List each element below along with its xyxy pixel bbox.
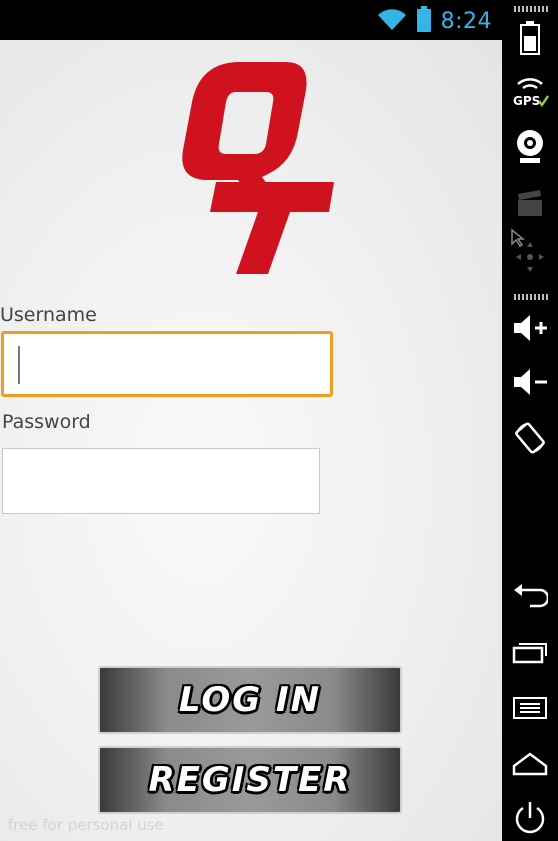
gps-icon[interactable]: GPS [510,72,550,112]
login-button[interactable]: LOG IN [98,666,402,734]
password-label: Password [2,411,91,433]
grip-handle[interactable] [514,6,548,12]
text-cursor [18,346,20,384]
dpad-icon[interactable] [510,228,550,280]
login-screen: Username Password LOG IN REGISTER free f… [0,40,502,841]
home-icon[interactable] [510,744,550,784]
rotate-icon[interactable] [510,418,550,458]
emulator-controls: GPS [502,0,558,841]
recent-apps-icon[interactable] [510,632,550,672]
camera-icon[interactable] [510,126,550,166]
wifi-icon [377,7,407,35]
battery-icon [416,6,431,36]
font-watermark: free for personal use [8,816,164,834]
volume-up-icon[interactable] [510,308,550,348]
status-bar: 8:24 [0,0,502,40]
username-label: Username [0,304,97,326]
qt-logo [178,62,338,277]
login-button-label: LOG IN [178,680,322,720]
status-icons: 8:24 [377,6,492,36]
video-icon[interactable] [510,184,550,224]
power-icon[interactable] [510,798,550,838]
gps-label: GPS [513,94,540,108]
status-time: 8:24 [440,8,492,34]
password-field[interactable] [2,448,320,514]
menu-icon[interactable] [510,688,550,728]
volume-down-icon[interactable] [510,362,550,402]
username-field[interactable] [1,331,333,397]
register-button[interactable]: REGISTER [98,746,402,814]
grip-handle-2[interactable] [514,294,548,300]
battery-icon[interactable] [510,18,550,58]
register-button-label: REGISTER [148,760,352,800]
back-icon[interactable] [510,576,550,616]
